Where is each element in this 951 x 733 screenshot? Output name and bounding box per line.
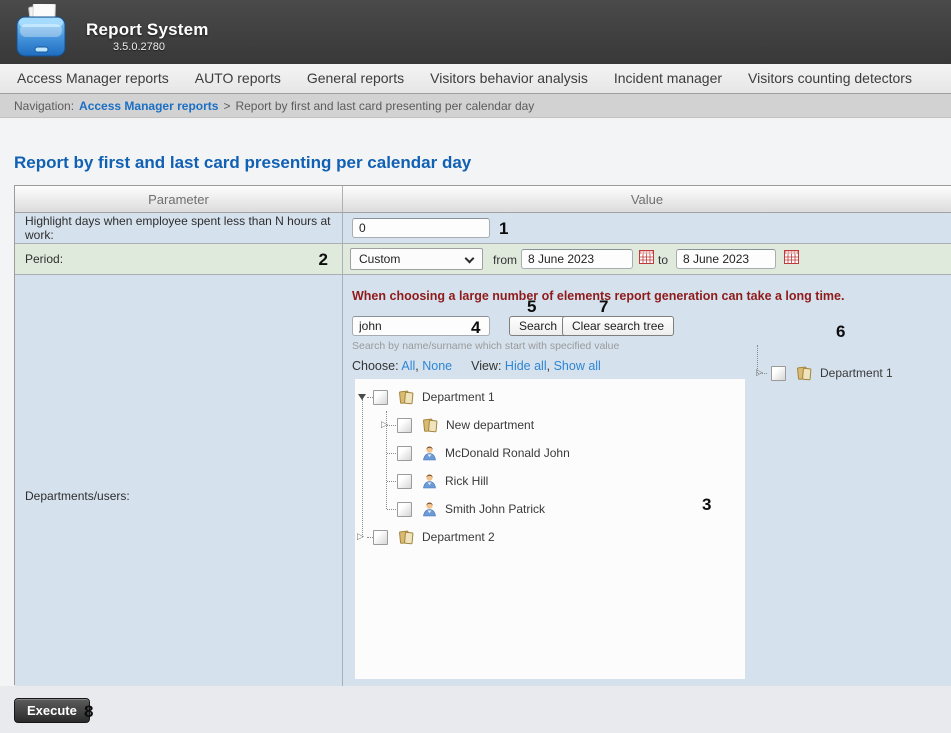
tree-node-label: Department 1: [422, 390, 495, 404]
user-icon: [421, 445, 438, 461]
column-header-parameter: Parameter: [15, 186, 343, 212]
tree-connector: [758, 373, 767, 374]
folder-icon: [795, 365, 813, 381]
annotation-7: 7: [599, 298, 608, 315]
annotation-5: 5: [527, 298, 536, 315]
tree-node-label: New department: [446, 418, 534, 432]
highlight-hours-label: Highlight days when employee spent less …: [15, 213, 343, 243]
breadcrumb-link-access-manager-reports[interactable]: Access Manager reports: [79, 99, 218, 113]
annotation-2: 2: [319, 251, 328, 268]
menu-item-incident-manager[interactable]: Incident manager: [601, 64, 735, 93]
user-icon: [421, 473, 438, 489]
hours-input[interactable]: [352, 218, 490, 238]
expander-closed-icon[interactable]: ▷: [381, 420, 397, 430]
folder-icon: [397, 389, 415, 405]
expander-closed-icon[interactable]: ▷: [357, 532, 373, 542]
choose-view-line: Choose: All, None View: Hide all, Show a…: [352, 359, 601, 373]
checkbox[interactable]: [373, 390, 388, 405]
tree-node-new-department[interactable]: ▷ New department: [355, 411, 745, 439]
date-to-input[interactable]: [676, 249, 776, 269]
report-box-icon: [10, 4, 72, 60]
calendar-icon[interactable]: [639, 250, 654, 264]
from-label: from: [493, 253, 517, 267]
menu-item-access-manager-reports[interactable]: Access Manager reports: [4, 64, 182, 93]
tree-node-smith-john-patrick[interactable]: Smith John Patrick: [355, 495, 745, 523]
user-icon: [421, 501, 438, 517]
calendar-icon[interactable]: [784, 250, 799, 264]
search-input[interactable]: [352, 316, 490, 336]
tree-node-label: Smith John Patrick: [445, 502, 545, 516]
choose-none-link[interactable]: None: [422, 359, 452, 373]
tree-node-department-1[interactable]: Department 1: [355, 383, 745, 411]
breadcrumb-current: Report by first and last card presenting…: [235, 99, 534, 113]
checkbox[interactable]: [397, 502, 412, 517]
tree-node-label: Rick Hill: [445, 474, 488, 488]
checkbox[interactable]: [397, 474, 412, 489]
annotation-1: 1: [499, 220, 508, 237]
row-period: Period: 2 Custom from: [15, 244, 951, 275]
choose-all-link[interactable]: All: [401, 359, 415, 373]
tree-node-department-2[interactable]: ▷ Department 2: [355, 523, 745, 551]
tree-node-rick-hill[interactable]: Rick Hill: [355, 467, 745, 495]
departments-tree-panel: Department 1 ▷: [355, 379, 745, 679]
choose-label: Choose:: [352, 359, 399, 373]
checkbox[interactable]: [397, 418, 412, 433]
tree-node-department-1-result[interactable]: ▷ Department 1: [753, 359, 949, 387]
menu-item-auto-reports[interactable]: AUTO reports: [182, 64, 294, 93]
period-select[interactable]: Custom: [350, 248, 483, 270]
search-result-tree: ▷ Department 1: [753, 359, 949, 387]
tree-node-label: McDonald Ronald John: [445, 446, 570, 460]
tree-node-label: Department 2: [422, 530, 495, 544]
footer-bar: Execute 8: [0, 686, 951, 733]
report-system-app: Report System 3.5.0.2780 Access Manager …: [0, 0, 951, 733]
column-header-value: Value: [343, 186, 951, 212]
breadcrumb-prefix: Navigation:: [14, 99, 74, 113]
row-departments-users: Departments/users: When choosing a large…: [15, 275, 951, 716]
execute-button[interactable]: Execute: [14, 698, 90, 723]
annotation-6: 6: [836, 323, 845, 340]
page-title: Report by first and last card presenting…: [14, 153, 471, 173]
date-from-input[interactable]: [521, 249, 633, 269]
search-helper-text: Search by name/surname which start with …: [352, 340, 619, 352]
view-hide-all-link[interactable]: Hide all: [505, 359, 547, 373]
breadcrumb: Navigation: Access Manager reports > Rep…: [0, 94, 951, 118]
to-label: to: [658, 253, 668, 267]
clear-search-tree-button[interactable]: Clear search tree: [562, 316, 674, 336]
page-content: Report by first and last card presenting…: [0, 119, 951, 733]
main-menu: Access Manager reports AUTO reports Gene…: [0, 64, 951, 94]
departments-users-label: Departments/users:: [15, 275, 343, 716]
view-label: View:: [471, 359, 501, 373]
view-show-all-link[interactable]: Show all: [554, 359, 601, 373]
menu-item-visitors-behavior-analysis[interactable]: Visitors behavior analysis: [417, 64, 601, 93]
app-header: Report System 3.5.0.2780: [0, 0, 951, 64]
checkbox[interactable]: [373, 530, 388, 545]
period-select-value: Custom: [359, 252, 400, 266]
annotation-8: 8: [84, 703, 93, 720]
expander-open-icon[interactable]: [357, 394, 373, 400]
menu-item-visitors-counting-detectors[interactable]: Visitors counting detectors: [735, 64, 925, 93]
parameters-table: Parameter Value Highlight days when empl…: [14, 185, 951, 685]
menu-item-general-reports[interactable]: General reports: [294, 64, 417, 93]
period-label: Period:: [25, 252, 63, 266]
chevron-down-icon: [465, 254, 475, 264]
annotation-4: 4: [471, 319, 480, 336]
tree-node-label: Department 1: [820, 366, 893, 380]
annotation-3: 3: [702, 496, 711, 513]
search-button[interactable]: Search: [509, 316, 567, 336]
row-highlight-hours: Highlight days when employee spent less …: [15, 213, 951, 244]
checkbox[interactable]: [397, 446, 412, 461]
tree-node-mcdonald-ronald-john[interactable]: McDonald Ronald John: [355, 439, 745, 467]
breadcrumb-separator: >: [223, 99, 230, 113]
app-version: 3.5.0.2780: [113, 41, 165, 53]
tree-connector: [757, 345, 758, 373]
checkbox[interactable]: [771, 366, 786, 381]
folder-icon: [397, 529, 415, 545]
app-title: Report System: [86, 20, 209, 40]
table-header-row: Parameter Value: [15, 186, 951, 213]
folder-icon: [421, 417, 439, 433]
